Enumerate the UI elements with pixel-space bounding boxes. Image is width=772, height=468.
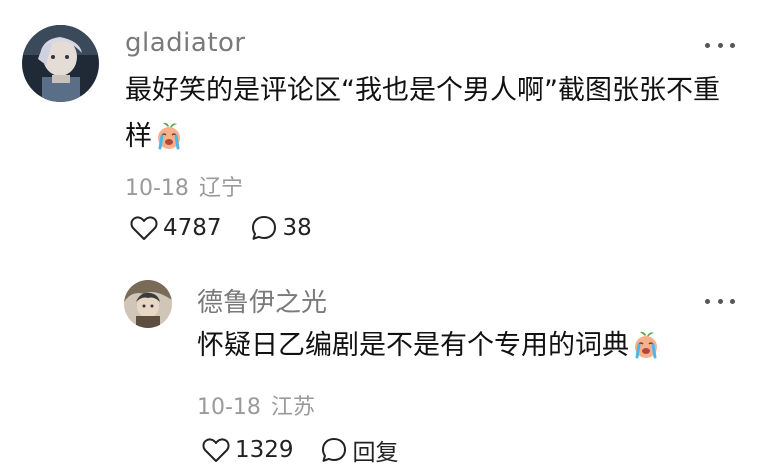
comment-text: 怀疑日乙编剧是不是有个专用的词典: [197, 323, 737, 375]
more-dots-icon[interactable]: [705, 40, 735, 50]
comment-body: 怀疑日乙编剧是不是有个专用的词典: [197, 330, 629, 361]
comment-body: 最好笑的是评论区“我也是个男人啊”截图张张不重样: [125, 75, 720, 152]
reply-count-button[interactable]: 38: [250, 214, 312, 242]
username[interactable]: gladiator: [125, 28, 246, 58]
comment-location: 辽宁: [198, 176, 243, 201]
comment-actions: 1329 回复: [202, 433, 399, 467]
like-button[interactable]: 4787: [130, 215, 222, 241]
like-count: 1329: [235, 437, 294, 463]
speech-bubble-icon: [320, 436, 348, 464]
speech-bubble-icon: [250, 214, 278, 242]
avatar[interactable]: [124, 280, 172, 328]
like-button[interactable]: 1329: [202, 437, 294, 463]
crying-peach-emoji: [154, 120, 184, 166]
username[interactable]: 德鲁伊之光: [197, 282, 327, 319]
comment-actions: 4787 38: [130, 214, 312, 242]
avatar[interactable]: [22, 25, 99, 102]
reply-count: 38: [282, 215, 312, 241]
more-dots-icon[interactable]: [705, 296, 735, 306]
comment-date: 10-18: [197, 395, 261, 420]
comment-meta: 10-18 江苏: [197, 389, 315, 421]
reply-label: 回复: [352, 440, 399, 466]
comment-meta: 10-18 辽宁: [125, 170, 243, 202]
comment-location: 江苏: [270, 395, 315, 420]
crying-peach-emoji: [631, 329, 661, 375]
heart-outline-icon: [130, 215, 158, 241]
comment-date: 10-18: [125, 176, 189, 201]
reply-button[interactable]: 回复: [320, 433, 399, 467]
heart-outline-icon: [202, 437, 230, 463]
comment-text: 最好笑的是评论区“我也是个男人啊”截图张张不重样: [125, 68, 740, 166]
like-count: 4787: [163, 215, 222, 241]
